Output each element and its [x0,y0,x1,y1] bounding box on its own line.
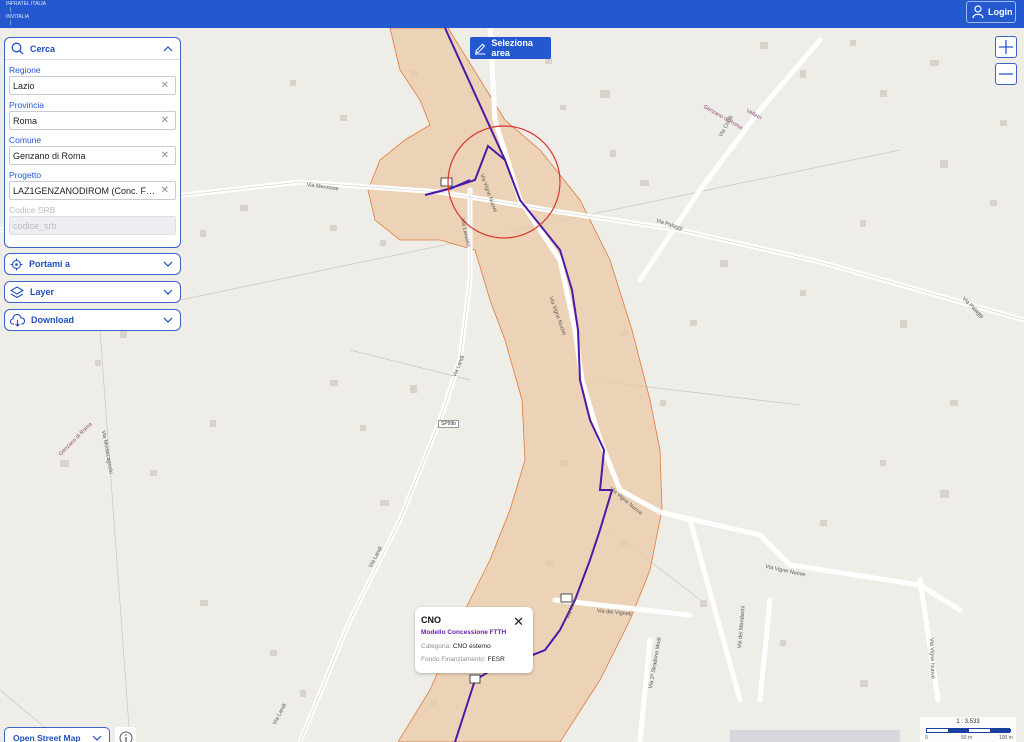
login-button[interactable]: Login [966,1,1016,23]
select-area-button[interactable]: Seleziona area [470,37,551,59]
search-panel: Cerca Regione Lazio ✕ Provincia Roma ✕ C… [4,37,181,331]
pencil-icon [474,42,486,55]
layer-accordion[interactable]: Layer [4,281,181,303]
provincia-value: Roma [13,115,38,126]
scale-ratio: 1 : 3.533 [956,719,980,725]
download-title: Download [31,315,74,325]
popup-categoria: Categoria: CNO esterno [421,643,527,650]
popup-title: CNO [421,615,441,625]
brand-line-1: INFRATEL ITALIA [6,1,46,7]
scale-segment [948,729,969,732]
cerca-header[interactable]: Cerca [5,38,180,60]
fondo-value: FESR [487,656,505,663]
chevron-down-icon [163,317,173,323]
scale-graphic [926,728,1011,733]
progetto-label: Progetto [9,170,42,180]
zoom-in-button[interactable] [995,36,1017,58]
select-area-label: Seleziona area [491,38,533,58]
scale-tick-50: 50 m [961,735,973,741]
srb-label: Codice SRB [9,205,56,215]
scale-segment [990,729,1011,732]
user-icon [972,5,984,19]
portami-accordion[interactable]: Portami a [4,253,181,275]
chevron-down-icon [163,261,173,267]
cerca-box: Cerca Regione Lazio ✕ Provincia Roma ✕ C… [4,37,181,248]
plus-icon [999,40,1013,54]
portami-title: Portami a [29,259,71,269]
comune-field[interactable]: Genzano di Roma ✕ [9,146,176,165]
popup-fondo: Fondo Finanziamento: FESR [421,656,527,663]
categoria-key: Categoria: [421,643,451,650]
info-button[interactable] [115,727,136,742]
fondo-key: Fondo Finanziamento: [421,656,486,663]
download-accordion[interactable]: Download [4,309,181,331]
close-icon[interactable]: ✕ [513,615,524,628]
info-icon [119,731,132,742]
scale-bar: 1 : 3.533 0 50 m 100 m [920,717,1016,742]
basemap-label: Open Street Map [13,733,81,742]
scale-tick-100: 100 m [999,735,1013,741]
regione-value: Lazio [13,80,35,91]
categoria-value: CNO esterno [452,643,491,650]
brand-line-2: | [10,7,12,13]
chevron-down-icon [163,289,173,295]
chevron-up-icon[interactable] [163,45,173,52]
brand-logo: INFRATEL ITALIA | INVITALIA | [6,1,46,26]
login-label: Login [988,7,1013,17]
brand-line-4: | [10,20,12,26]
regione-label: Regione [9,65,41,75]
label-sp99b: SP99b [438,420,460,428]
progetto-field[interactable]: LAZ1GENZANODIROM (Conc. FTTH) ✕ [9,181,176,200]
regione-field[interactable]: Lazio ✕ [9,76,176,95]
basemap-selector[interactable]: Open Street Map [4,727,110,742]
chevron-down-icon [92,735,102,741]
provincia-label: Provincia [9,100,44,110]
feature-popup: CNO ✕ Modello Concessione FTTH Categoria… [415,607,533,673]
progetto-value: LAZ1GENZANODIROM (Conc. FTTH) [13,185,157,196]
layers-icon [10,285,24,298]
top-bar: INFRATEL ITALIA | INVITALIA | Login [0,0,1024,28]
cloud-download-icon [10,313,25,327]
target-icon [10,258,23,270]
clear-icon[interactable]: ✕ [161,150,169,161]
popup-subtitle: Modello Concessione FTTH [421,629,507,636]
srb-placeholder: codice_srb [13,220,57,231]
clear-icon[interactable]: ✕ [161,185,169,196]
clear-icon[interactable]: ✕ [161,115,169,126]
zoom-out-button[interactable] [995,63,1017,85]
srb-field[interactable]: codice_srb [9,216,176,235]
scale-tick-0: 0 [925,735,928,741]
layer-title: Layer [30,287,55,297]
comune-value: Genzano di Roma [13,150,86,161]
minus-icon [999,73,1013,75]
comune-label: Comune [9,135,42,145]
clear-icon[interactable]: ✕ [161,80,169,91]
search-icon [11,42,24,55]
cerca-title: Cerca [30,43,56,54]
provincia-field[interactable]: Roma ✕ [9,111,176,130]
